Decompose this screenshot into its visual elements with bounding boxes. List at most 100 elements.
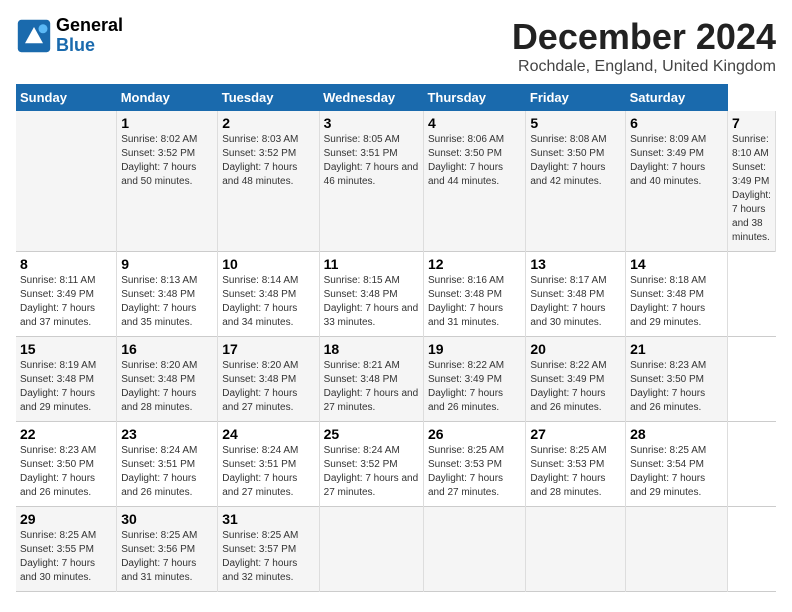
day-info: Sunrise: 8:08 AMSunset: 3:50 PMDaylight:…: [530, 133, 621, 189]
calendar-cell: 13 Sunrise: 8:17 AMSunset: 3:48 PMDayligh…: [526, 252, 626, 337]
header-thursday: Thursday: [423, 84, 525, 111]
day-number: 21: [630, 341, 723, 357]
day-info: Sunrise: 8:09 AMSunset: 3:49 PMDaylight:…: [630, 133, 723, 189]
calendar-cell: 12Sunrise: 8:16 AMSunset: 3:48 PMDayligh…: [423, 252, 525, 337]
calendar-cell: 23Sunrise: 8:24 AMSunset: 3:51 PMDayligh…: [117, 422, 218, 507]
week-row-5: 29 Sunrise: 8:25 AMSunset: 3:55 PMDayligh…: [16, 507, 776, 592]
calendar-cell: 29 Sunrise: 8:25 AMSunset: 3:55 PMDayligh…: [16, 507, 117, 592]
day-number: 13: [530, 256, 621, 272]
day-number: 22: [20, 426, 112, 442]
calendar-cell: 14Sunrise: 8:18 AMSunset: 3:48 PMDayligh…: [626, 252, 728, 337]
day-number: 1: [121, 115, 213, 131]
day-info: Sunrise: 8:23 AMSunset: 3:50 PMDaylight:…: [20, 444, 112, 500]
calendar-cell: 24 Sunrise: 8:24 AMSunset: 3:51 PMDayligh…: [218, 422, 319, 507]
day-info: Sunrise: 8:22 AMSunset: 3:49 PMDaylight:…: [428, 359, 521, 415]
day-info: Sunrise: 8:15 AMSunset: 3:48 PMDaylight:…: [324, 274, 419, 330]
location: Rochdale, England, United Kingdom: [512, 58, 776, 76]
day-number: 10: [222, 256, 314, 272]
day-info: Sunrise: 8:05 AMSunset: 3:51 PMDaylight:…: [324, 133, 419, 189]
day-number: 9: [121, 256, 213, 272]
day-number: 2: [222, 115, 314, 131]
month-title: December 2024: [512, 16, 776, 58]
week-row-4: 22 Sunrise: 8:23 AMSunset: 3:50 PMDayligh…: [16, 422, 776, 507]
calendar-cell: 1 Sunrise: 8:02 AMSunset: 3:52 PMDaylight…: [117, 111, 218, 252]
day-info: Sunrise: 8:25 AMSunset: 3:55 PMDaylight:…: [20, 529, 112, 585]
day-number: 15: [20, 341, 112, 357]
header-friday: Friday: [526, 84, 626, 111]
day-number: 12: [428, 256, 521, 272]
calendar-cell: 25 Sunrise: 8:24 AMSunset: 3:52 PMDayligh…: [319, 422, 423, 507]
calendar-cell: 16Sunrise: 8:20 AMSunset: 3:48 PMDayligh…: [117, 337, 218, 422]
calendar-cell: [626, 507, 728, 592]
day-number: 27: [530, 426, 621, 442]
day-info: Sunrise: 8:22 AMSunset: 3:49 PMDaylight:…: [530, 359, 621, 415]
day-number: 26: [428, 426, 521, 442]
day-number: 28: [630, 426, 723, 442]
week-row-3: 15 Sunrise: 8:19 AMSunset: 3:48 PMDayligh…: [16, 337, 776, 422]
day-info: Sunrise: 8:13 AMSunset: 3:48 PMDaylight:…: [121, 274, 213, 330]
header-wednesday: Wednesday: [319, 84, 423, 111]
day-info: Sunrise: 8:25 AMSunset: 3:56 PMDaylight:…: [121, 529, 213, 585]
calendar-cell: 10 Sunrise: 8:14 AMSunset: 3:48 PMDayligh…: [218, 252, 319, 337]
logo-text: General Blue: [56, 16, 123, 56]
week-row-2: 8Sunrise: 8:11 AMSunset: 3:49 PMDaylight…: [16, 252, 776, 337]
day-info: Sunrise: 8:18 AMSunset: 3:48 PMDaylight:…: [630, 274, 723, 330]
day-number: 4: [428, 115, 521, 131]
day-info: Sunrise: 8:19 AMSunset: 3:48 PMDaylight:…: [20, 359, 112, 415]
day-number: 30: [121, 511, 213, 527]
calendar-cell: 27Sunrise: 8:25 AMSunset: 3:53 PMDayligh…: [526, 422, 626, 507]
day-number: 19: [428, 341, 521, 357]
day-number: 7: [732, 115, 771, 131]
day-info: Sunrise: 8:25 AMSunset: 3:54 PMDaylight:…: [630, 444, 723, 500]
day-info: Sunrise: 8:20 AMSunset: 3:48 PMDaylight:…: [121, 359, 213, 415]
header-sunday: Sunday: [16, 84, 117, 111]
day-number: 6: [630, 115, 723, 131]
calendar-cell: 7 Sunrise: 8:10 AMSunset: 3:49 PMDaylight…: [728, 111, 776, 252]
day-info: Sunrise: 8:17 AMSunset: 3:48 PMDaylight:…: [530, 274, 621, 330]
day-info: Sunrise: 8:24 AMSunset: 3:52 PMDaylight:…: [324, 444, 419, 500]
calendar-cell: [526, 507, 626, 592]
calendar-table: SundayMondayTuesdayWednesdayThursdayFrid…: [16, 84, 776, 592]
calendar-cell: 5Sunrise: 8:08 AMSunset: 3:50 PMDaylight…: [526, 111, 626, 252]
day-info: Sunrise: 8:11 AMSunset: 3:49 PMDaylight:…: [20, 274, 112, 330]
day-info: Sunrise: 8:20 AMSunset: 3:48 PMDaylight:…: [222, 359, 314, 415]
calendar-cell: 30 Sunrise: 8:25 AMSunset: 3:56 PMDayligh…: [117, 507, 218, 592]
calendar-cell: 22 Sunrise: 8:23 AMSunset: 3:50 PMDayligh…: [16, 422, 117, 507]
day-number: 25: [324, 426, 419, 442]
calendar-cell: 31Sunrise: 8:25 AMSunset: 3:57 PMDayligh…: [218, 507, 319, 592]
header-monday: Monday: [117, 84, 218, 111]
calendar-cell: 20 Sunrise: 8:22 AMSunset: 3:49 PMDayligh…: [526, 337, 626, 422]
week-row-1: 1 Sunrise: 8:02 AMSunset: 3:52 PMDaylight…: [16, 111, 776, 252]
day-info: Sunrise: 8:23 AMSunset: 3:50 PMDaylight:…: [630, 359, 723, 415]
calendar-cell: 19 Sunrise: 8:22 AMSunset: 3:49 PMDayligh…: [423, 337, 525, 422]
day-number: 3: [324, 115, 419, 131]
day-number: 20: [530, 341, 621, 357]
header-row: SundayMondayTuesdayWednesdayThursdayFrid…: [16, 84, 776, 111]
calendar-cell: 8Sunrise: 8:11 AMSunset: 3:49 PMDaylight…: [16, 252, 117, 337]
calendar-cell: 4 Sunrise: 8:06 AMSunset: 3:50 PMDaylight…: [423, 111, 525, 252]
header: General Blue December 2024 Rochdale, Eng…: [16, 16, 776, 76]
calendar-cell: 3 Sunrise: 8:05 AMSunset: 3:51 PMDaylight…: [319, 111, 423, 252]
day-info: Sunrise: 8:02 AMSunset: 3:52 PMDaylight:…: [121, 133, 213, 189]
day-number: 31: [222, 511, 314, 527]
day-number: 18: [324, 341, 419, 357]
calendar-cell: 2Sunrise: 8:03 AMSunset: 3:52 PMDaylight…: [218, 111, 319, 252]
day-number: 29: [20, 511, 112, 527]
calendar-cell: 11 Sunrise: 8:15 AMSunset: 3:48 PMDayligh…: [319, 252, 423, 337]
day-info: Sunrise: 8:06 AMSunset: 3:50 PMDaylight:…: [428, 133, 521, 189]
day-info: Sunrise: 8:21 AMSunset: 3:48 PMDaylight:…: [324, 359, 419, 415]
day-number: 24: [222, 426, 314, 442]
day-info: Sunrise: 8:14 AMSunset: 3:48 PMDaylight:…: [222, 274, 314, 330]
day-info: Sunrise: 8:24 AMSunset: 3:51 PMDaylight:…: [222, 444, 314, 500]
day-info: Sunrise: 8:25 AMSunset: 3:53 PMDaylight:…: [428, 444, 521, 500]
day-number: 23: [121, 426, 213, 442]
logo-icon: [16, 18, 52, 54]
day-info: Sunrise: 8:10 AMSunset: 3:49 PMDaylight:…: [732, 133, 771, 245]
calendar-cell: 15 Sunrise: 8:19 AMSunset: 3:48 PMDayligh…: [16, 337, 117, 422]
calendar-cell: 6 Sunrise: 8:09 AMSunset: 3:49 PMDaylight…: [626, 111, 728, 252]
day-number: 11: [324, 256, 419, 272]
calendar-cell: [423, 507, 525, 592]
calendar-cell: 26 Sunrise: 8:25 AMSunset: 3:53 PMDayligh…: [423, 422, 525, 507]
calendar-cell: 28 Sunrise: 8:25 AMSunset: 3:54 PMDayligh…: [626, 422, 728, 507]
logo: General Blue: [16, 16, 123, 56]
